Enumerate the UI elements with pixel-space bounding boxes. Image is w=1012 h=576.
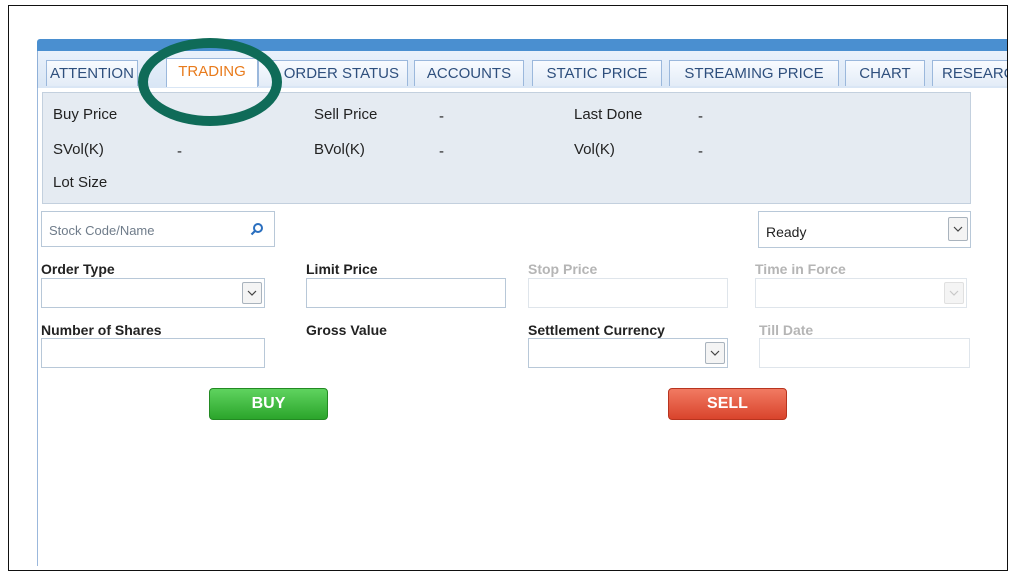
settlement-currency-select[interactable] [528,338,728,368]
lot-size-label: Lot Size [53,174,108,191]
tab-streaming-price[interactable]: STREAMING PRICE [669,60,839,86]
till-date-input [759,338,970,368]
search-icon[interactable] [250,222,264,236]
chevron-down-icon[interactable] [705,342,725,364]
limit-price-label: Limit Price [306,261,378,277]
search-placeholder: Stock Code/Name [49,223,155,238]
tab-static-price[interactable]: STATIC PRICE [532,60,662,86]
bvol-label: BVol(K) [314,141,365,158]
bvol-value: - [439,143,444,160]
gross-value-label: Gross Value [306,322,387,338]
vol-value: - [698,143,703,160]
status-select-value: Ready [766,224,807,240]
sell-price-value: - [439,108,444,125]
time-in-force-label: Time in Force [755,261,846,277]
sell-price-label: Sell Price [314,106,378,123]
tab-chart[interactable]: CHART [845,60,925,86]
order-status-select[interactable]: Ready [758,211,971,248]
stop-price-label: Stop Price [528,261,598,277]
stop-price-input [528,278,728,308]
app-window: ATTENTION TRADING ORDER STATUS ACCOUNTS … [8,5,1008,571]
chevron-down-icon [944,282,964,304]
chevron-down-icon[interactable] [242,282,262,304]
last-done-label: Last Done [574,106,643,123]
tab-strip: ATTENTION TRADING ORDER STATUS ACCOUNTS … [37,51,1007,88]
number-of-shares-label: Number of Shares [41,322,162,338]
tab-research[interactable]: RESEARCH [932,60,1007,86]
sell-button[interactable]: SELL [668,388,787,420]
svol-value: - [177,143,182,160]
tab-trading[interactable]: TRADING [166,58,258,87]
quote-info-panel: Buy Price Sell Price - Last Done - SVol(… [42,92,971,204]
buy-price-label: Buy Price [53,106,118,123]
stock-search-input[interactable]: Stock Code/Name [41,211,275,247]
time-in-force-select [755,278,967,308]
title-bar [37,39,1007,51]
limit-price-input[interactable] [306,278,506,308]
number-of-shares-input[interactable] [41,338,265,368]
order-type-label: Order Type [41,261,115,277]
buy-button[interactable]: BUY [209,388,328,420]
vol-label: Vol(K) [574,141,615,158]
tab-accounts[interactable]: ACCOUNTS [414,60,524,86]
tab-order-status[interactable]: ORDER STATUS [258,60,408,86]
order-type-select[interactable] [41,278,265,308]
svol-label: SVol(K) [53,141,104,158]
last-done-value: - [698,108,703,125]
till-date-label: Till Date [759,322,814,338]
settlement-currency-label: Settlement Currency [528,322,665,338]
tab-attention[interactable]: ATTENTION [46,60,138,86]
chevron-down-icon[interactable] [948,217,968,241]
